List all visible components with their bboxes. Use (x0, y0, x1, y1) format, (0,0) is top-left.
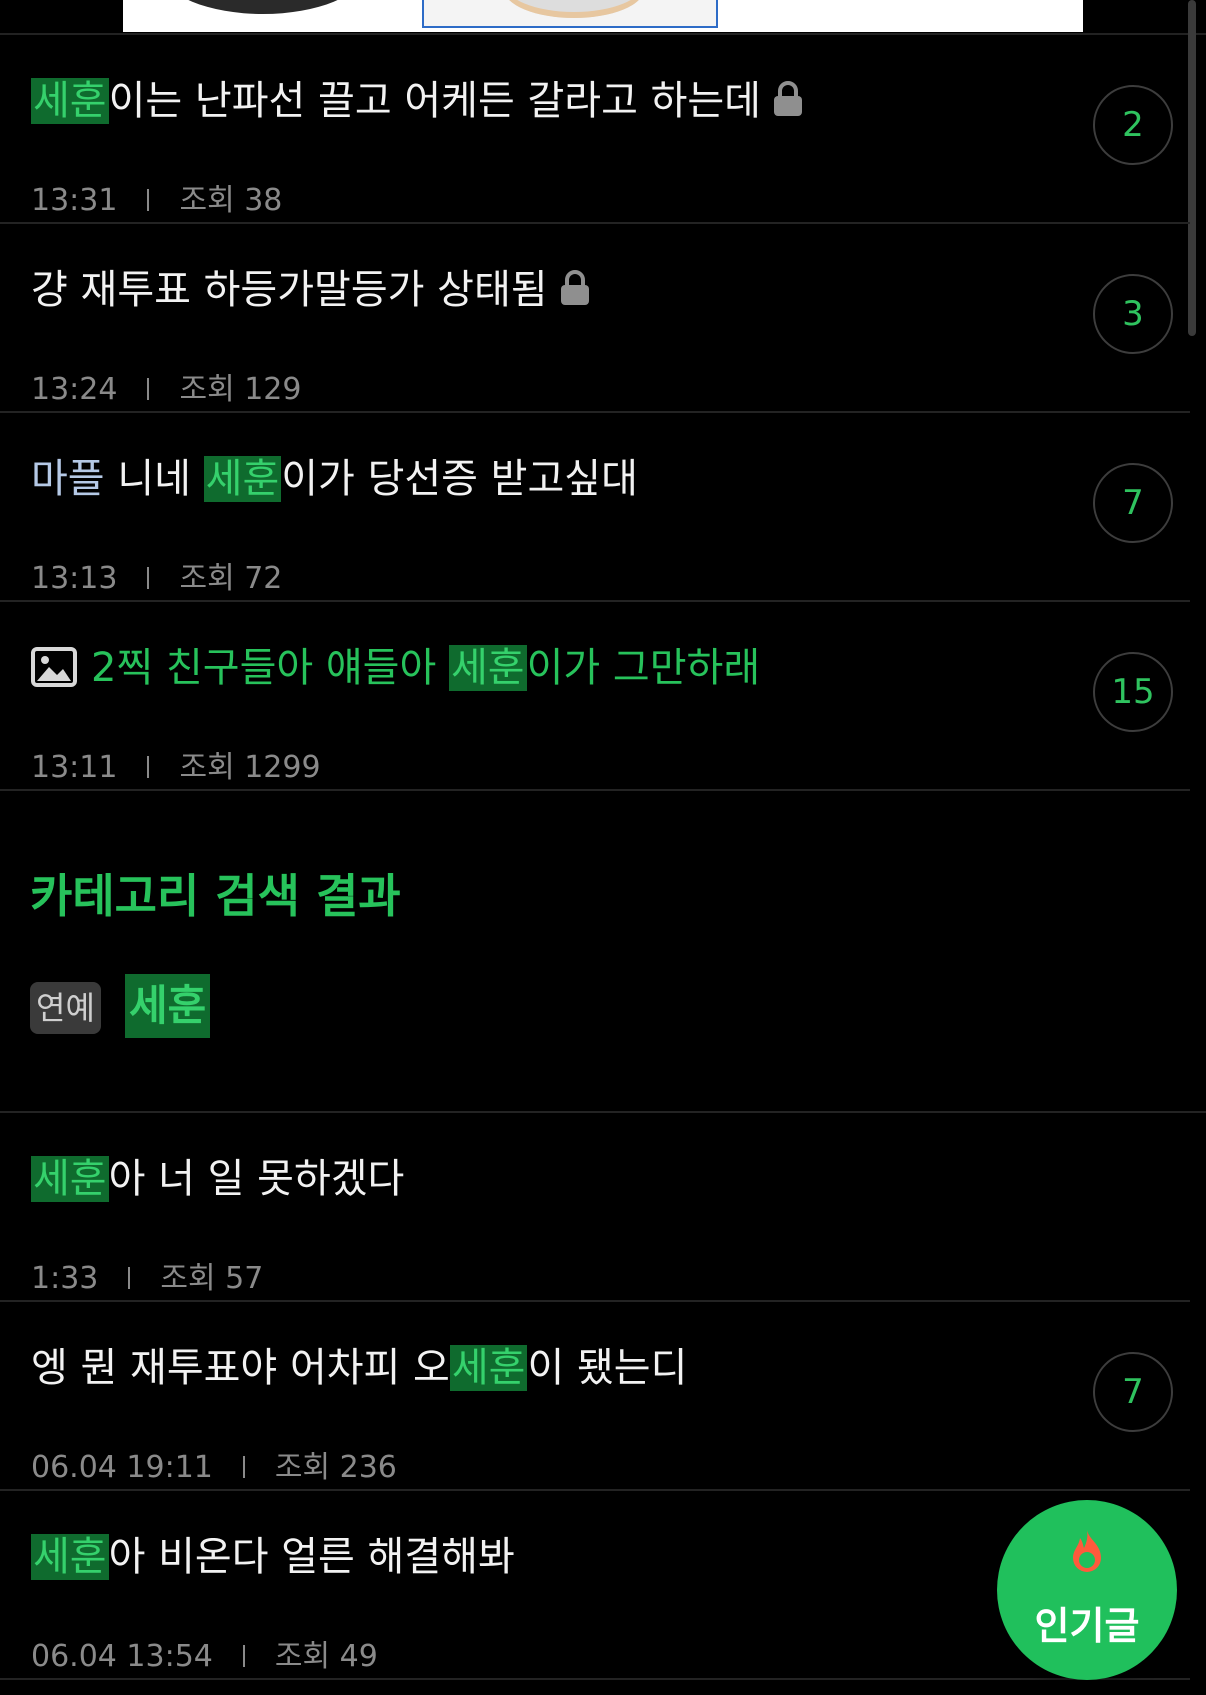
post-row[interactable]: 세훈아 너 일 못하겠다 1:33 조회 57 (0, 1113, 1190, 1302)
meta-separator (128, 1267, 131, 1289)
post-row[interactable]: 걍 재투표 하등가말등가 상태됨 13:24 조회 129 3 (0, 224, 1190, 413)
post-time: 06.04 19:11 (31, 1450, 213, 1485)
post-title-text: 걍 재투표 하등가말등가 상태됨 (31, 267, 548, 313)
keyword-highlight: 세훈 (31, 1156, 109, 1202)
post-title: 세훈이는 난파선 끌고 어케든 갈라고 하는데 (31, 73, 805, 133)
keyword-highlight: 세훈 (449, 645, 527, 691)
post-title-text: 니네 (104, 456, 204, 502)
post-row[interactable]: 세훈이는 난파선 끌고 어케든 갈라고 하는데 13:31 조회 38 2 (0, 35, 1190, 224)
post-row[interactable]: 2찍 친구들아 얘들아 세훈이가 그만하래 13:11 조회 1299 15 (0, 602, 1190, 791)
post-row[interactable]: 마플 니네 세훈이가 당선증 받고싶대 13:13 조회 72 7 (0, 413, 1190, 602)
post-meta: 13:31 조회 38 (31, 175, 282, 219)
popular-posts-button[interactable]: 인기글 (997, 1500, 1177, 1680)
post-title: 엥 뭔 재투표야 어차피 오세훈이 됐는디 (31, 1340, 687, 1396)
post-views: 조회 38 (179, 183, 283, 218)
post-views: 조회 57 (160, 1261, 264, 1296)
post-title-text: 2찍 친구들아 얘들아 (91, 645, 449, 691)
comment-count-badge[interactable]: 7 (1093, 1352, 1173, 1432)
post-views: 조회 72 (179, 561, 283, 596)
post-time: 06.04 13:54 (31, 1639, 213, 1674)
post-time: 1:33 (31, 1261, 99, 1296)
post-views: 조회 49 (274, 1639, 378, 1674)
post-meta: 13:24 조회 129 (31, 364, 301, 408)
image-icon (31, 646, 77, 702)
post-title-text: 엥 뭔 재투표야 어차피 오 (31, 1345, 450, 1391)
post-title: 세훈아 너 일 못하겠다 (31, 1151, 404, 1207)
comment-count-badge[interactable]: 3 (1093, 274, 1173, 354)
meta-separator (147, 189, 150, 211)
keyword-highlight: 세훈 (31, 78, 109, 124)
thumbnail-row (123, 0, 1083, 32)
post-category-prefix: 마플 (31, 456, 105, 502)
post-meta: 13:11 조회 1299 (31, 742, 321, 786)
keyword-highlight: 세훈 (449, 1345, 528, 1391)
keyword-highlight: 세훈 (31, 1534, 109, 1580)
post-time: 13:31 (31, 183, 118, 218)
meta-separator (147, 756, 150, 778)
meta-separator (147, 378, 150, 400)
meta-separator (242, 1456, 245, 1478)
comment-count-badge[interactable]: 2 (1093, 85, 1173, 165)
post-meta: 1:33 조회 57 (31, 1253, 263, 1297)
lock-icon (558, 266, 592, 322)
thumbnail-selected[interactable] (422, 0, 718, 28)
thumbnail-image (504, 0, 644, 18)
thumbnail-strip (0, 0, 1206, 34)
post-time: 13:13 (31, 561, 118, 596)
post-title-text: 이는 난파선 끌고 어케든 갈라고 하는데 (108, 78, 761, 124)
post-title-text: 아 너 일 못하겠다 (108, 1156, 405, 1202)
fire-icon (1067, 1528, 1107, 1580)
meta-separator (147, 567, 150, 589)
post-views: 조회 236 (274, 1450, 397, 1485)
post-meta: 06.04 13:54 조회 49 (31, 1631, 378, 1675)
post-title: 2찍 친구들아 얘들아 세훈이가 그만하래 (31, 640, 760, 702)
meta-separator (242, 1645, 245, 1667)
post-meta: 06.04 19:11 조회 236 (31, 1442, 397, 1486)
post-views: 조회 129 (179, 372, 302, 407)
post-title-text: 이 됐는디 (527, 1345, 688, 1391)
post-time: 13:11 (31, 750, 118, 785)
comment-count-badge[interactable]: 7 (1093, 463, 1173, 543)
lock-icon (771, 77, 805, 133)
category-result-link[interactable]: 세훈 (125, 974, 211, 1038)
post-title: 걍 재투표 하등가말등가 상태됨 (31, 262, 592, 322)
post-title-text: 이가 당선증 받고싶대 (281, 456, 638, 502)
popular-posts-label: 인기글 (1034, 1604, 1140, 1648)
thumbnail-image[interactable] (163, 0, 363, 14)
comment-count-badge[interactable]: 15 (1093, 652, 1173, 732)
keyword-highlight: 세훈 (203, 456, 282, 502)
post-views: 조회 1299 (179, 750, 321, 785)
category-tag: 연예 (30, 982, 101, 1034)
category-search-title: 카테고리 검색 결과 (30, 869, 401, 923)
post-title: 마플 니네 세훈이가 당선증 받고싶대 (31, 451, 638, 507)
post-row[interactable]: 엥 뭔 재투표야 어차피 오세훈이 됐는디 06.04 19:11 조회 236 … (0, 1302, 1190, 1491)
post-title-text: 이가 그만하래 (526, 645, 761, 691)
post-title: 세훈아 비온다 얼른 해결해봐 (31, 1529, 515, 1585)
post-title-text: 아 비온다 얼른 해결해봐 (108, 1534, 515, 1580)
post-time: 13:24 (31, 372, 118, 407)
post-meta: 13:13 조회 72 (31, 553, 282, 597)
